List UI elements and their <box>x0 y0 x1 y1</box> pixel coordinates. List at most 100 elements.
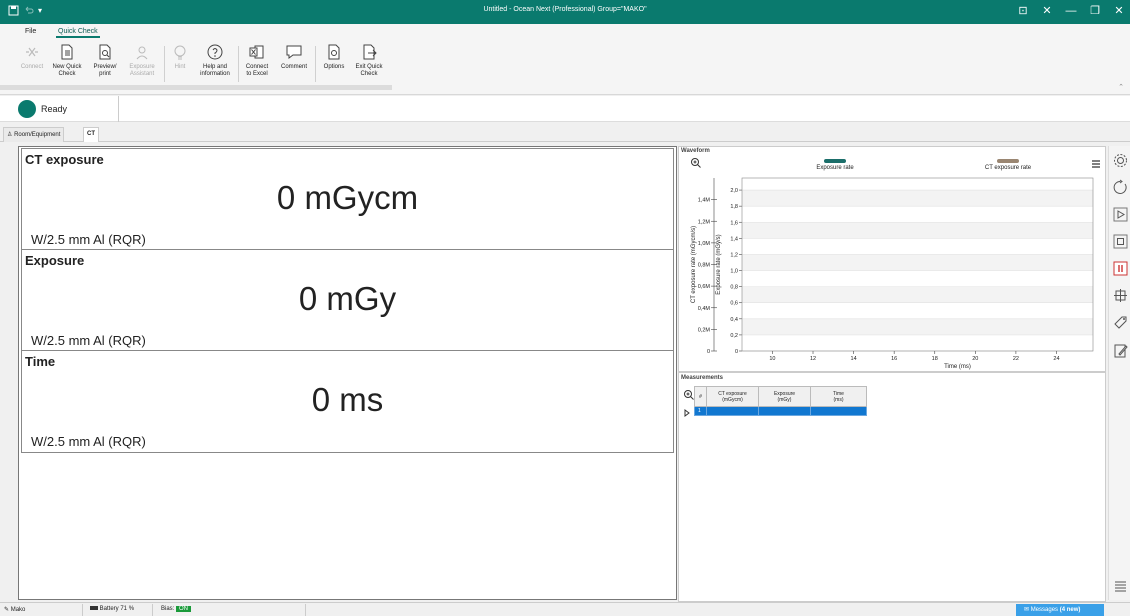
waveform-title: Waveform <box>681 148 710 154</box>
tab-room-equipment[interactable]: ♙ Room/Equipment <box>3 127 65 142</box>
measurements-table: # CT exposure (mGycm) Exposure (mGy) Tim… <box>694 386 867 416</box>
menu-file[interactable]: File <box>25 28 36 35</box>
status-text: Ready <box>41 104 68 114</box>
collapse-ribbon-icon[interactable]: ⌃ <box>1118 83 1124 91</box>
legend-swatch <box>824 159 846 163</box>
y1-tick-label: 0,4M <box>698 306 711 312</box>
print-preview-icon <box>99 44 111 60</box>
close-button[interactable]: ✕ <box>1112 4 1126 18</box>
messages-button[interactable]: ✉ Messages (4 new) <box>1016 604 1104 616</box>
exit-quick-check-label-1: Exit Quick <box>355 64 383 70</box>
comment-label: Comment <box>280 64 307 70</box>
user-name: Mako <box>10 607 26 613</box>
col-time[interactable]: Time (ms) <box>810 386 867 407</box>
list-view-icon[interactable] <box>1112 578 1129 595</box>
y1-tick-label: 1,0M <box>698 241 711 247</box>
x-axis-label: Time (ms) <box>944 364 971 370</box>
connect-button[interactable]: Connect <box>19 43 45 71</box>
y2-tick-label: 1,4 <box>730 236 738 242</box>
preview-print-button[interactable]: Preview/ print <box>92 43 118 78</box>
y2-tick-label: 0,2 <box>730 333 738 339</box>
comment-icon <box>286 45 302 59</box>
tab-ct[interactable]: CT <box>83 127 99 142</box>
time-filter: W/2.5 mm Al (RQR) <box>31 434 146 449</box>
exposure-card: Exposure 0 mGy W/2.5 mm Al (RQR) <box>21 249 674 352</box>
exposure-unit: mGy <box>326 280 397 317</box>
menu-bar: File Quick Check <box>0 24 1130 40</box>
col-exposure[interactable]: Exposure (mGy) <box>758 386 811 407</box>
legend-exposure-rate[interactable]: Exposure rate <box>805 159 865 171</box>
play-icon[interactable] <box>1112 206 1129 223</box>
exposure-title: Exposure <box>25 253 85 268</box>
minimize-button[interactable]: — <box>1064 4 1078 18</box>
user-indicator: ✎ Mako <box>4 606 25 613</box>
options-icon <box>328 44 340 60</box>
table-row[interactable]: 1 <box>694 406 867 416</box>
battery-icon <box>90 606 98 611</box>
grid-band <box>742 318 1093 335</box>
legend-ct-exposure-rate[interactable]: CT exposure rate <box>971 159 1045 171</box>
hint-button[interactable]: Hint <box>169 43 191 71</box>
status-bar: ✎ Mako Battery 71 % Bias: ON ✉ Messages … <box>0 602 1130 616</box>
title-bar: ▾ Untitled - Ocean Next (Professional) G… <box>0 0 1130 24</box>
ct-exposure-unit: mGycm <box>304 179 419 216</box>
window-controls: ⊡ ✕ — ❐ ✕ <box>1016 4 1126 18</box>
help-information-button[interactable]: Help and information <box>198 43 232 78</box>
edit-note-icon[interactable] <box>1112 342 1129 359</box>
menu-quick-check[interactable]: Quick Check <box>56 28 100 38</box>
ribbon-separator <box>238 46 239 82</box>
y2-axis-label: Exposure rate (mGy/s) <box>716 234 722 294</box>
waveform-chart: 0 0,2 0,4 0,6 0,8 1,0 1,2 1,4 1,6 1,8 2,0 0 0,2M 0,4M… <box>691 177 1094 370</box>
exposure-number: 0 <box>298 280 318 317</box>
stop-icon[interactable] <box>1112 233 1129 250</box>
new-quick-check-button[interactable]: New Quick Check <box>51 43 83 78</box>
connect-label: Connect <box>20 64 44 70</box>
time-card: Time 0 ms W/2.5 mm Al (RQR) <box>21 350 674 453</box>
ct-exposure-title: CT exposure <box>25 152 104 167</box>
ct-exposure-number: 0 <box>276 179 296 216</box>
ribbon-group-bar <box>0 85 392 90</box>
messages-count: (4 new) <box>1059 607 1081 613</box>
comment-button[interactable]: Comment <box>279 43 309 71</box>
exit-fullscreen-icon[interactable]: ✕ <box>1040 4 1054 18</box>
col-ct-exposure[interactable]: CT exposure (mGycm) <box>706 386 759 407</box>
time-title: Time <box>25 354 56 369</box>
menu-icon[interactable] <box>1091 159 1101 169</box>
help-icon <box>207 44 223 60</box>
ribbon-separator <box>164 46 165 82</box>
legend-exposure-rate-label: Exposure rate <box>816 165 854 171</box>
hint-icon <box>174 45 186 60</box>
time-value: 0 ms <box>22 381 673 419</box>
connect-excel-button[interactable]: Connect to Excel <box>243 43 271 78</box>
cell-number: 1 <box>694 406 707 416</box>
tag-icon[interactable] <box>1112 314 1129 331</box>
divider <box>152 604 153 616</box>
options-button[interactable]: Options <box>320 43 348 71</box>
zoom-icon[interactable] <box>690 157 702 169</box>
x-tick-label: 22 <box>1013 356 1019 362</box>
x-tick-label: 10 <box>769 356 775 362</box>
battery-indicator: Battery 71 % <box>90 606 134 612</box>
y1-tick-label: 0 <box>707 349 710 355</box>
split-icon[interactable] <box>1112 287 1129 304</box>
y1-tick-label: 0,8M <box>698 263 711 269</box>
ct-exposure-value: 0 mGycm <box>22 179 673 217</box>
assistant-icon <box>136 46 148 60</box>
reset-icon[interactable] <box>1112 179 1129 196</box>
pause-icon[interactable] <box>1112 260 1129 277</box>
legend-ct-exposure-rate-label: CT exposure rate <box>984 165 1032 171</box>
maximize-button[interactable]: ❐ <box>1088 4 1102 18</box>
hint-label: Hint <box>174 64 186 70</box>
exit-quick-check-button[interactable]: Exit Quick Check <box>354 43 384 78</box>
layout-icon[interactable]: ⊡ <box>1016 4 1030 18</box>
options-label: Options <box>323 64 345 70</box>
exposure-assistant-button[interactable]: Exposure Assistant <box>127 43 157 78</box>
measurement-display-panel: CT exposure 0 mGycm W/2.5 mm Al (RQR) Ex… <box>18 146 677 600</box>
col-number[interactable]: # <box>694 386 707 407</box>
settings-gear-icon[interactable] <box>1112 152 1129 169</box>
mail-icon: ✉ <box>1024 607 1030 613</box>
y1-axis-label: CT exposure rate (mGycm/s) <box>691 226 697 303</box>
exposure-assistant-label-1: Exposure <box>129 64 155 70</box>
divider <box>305 604 306 616</box>
status-row: Ready <box>0 96 1130 122</box>
